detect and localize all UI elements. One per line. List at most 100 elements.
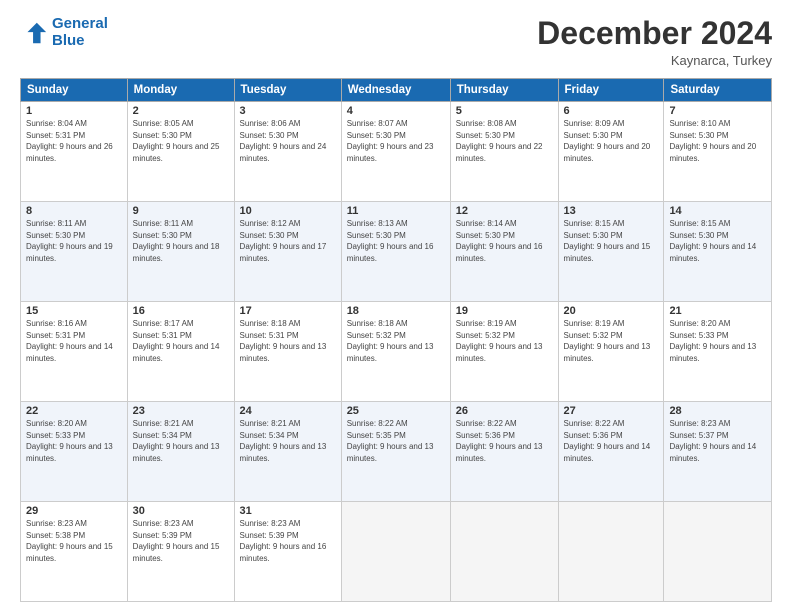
title-block: December 2024 Kaynarca, Turkey (537, 16, 772, 68)
logo: General Blue (20, 16, 108, 49)
day-info: Sunrise: 8:09 AMSunset: 5:30 PMDaylight:… (564, 118, 659, 164)
calendar-cell-3: 3Sunrise: 8:06 AMSunset: 5:30 PMDaylight… (234, 102, 341, 202)
day-number: 27 (564, 405, 659, 417)
location: Kaynarca, Turkey (537, 53, 772, 68)
calendar-cell-25: 25Sunrise: 8:22 AMSunset: 5:35 PMDayligh… (341, 402, 450, 502)
day-info: Sunrise: 8:20 AMSunset: 5:33 PMDaylight:… (26, 418, 122, 464)
calendar-cell-26: 26Sunrise: 8:22 AMSunset: 5:36 PMDayligh… (450, 402, 558, 502)
day-number: 17 (240, 305, 336, 317)
day-info: Sunrise: 8:12 AMSunset: 5:30 PMDaylight:… (240, 218, 336, 264)
day-info: Sunrise: 8:11 AMSunset: 5:30 PMDaylight:… (26, 218, 122, 264)
day-info: Sunrise: 8:14 AMSunset: 5:30 PMDaylight:… (456, 218, 553, 264)
day-number: 12 (456, 205, 553, 217)
day-number: 31 (240, 505, 336, 517)
day-number: 28 (669, 405, 766, 417)
day-info: Sunrise: 8:13 AMSunset: 5:30 PMDaylight:… (347, 218, 445, 264)
calendar-cell-13: 13Sunrise: 8:15 AMSunset: 5:30 PMDayligh… (558, 202, 664, 302)
calendar-cell-1: 1Sunrise: 8:04 AMSunset: 5:31 PMDaylight… (21, 102, 128, 202)
day-info: Sunrise: 8:21 AMSunset: 5:34 PMDaylight:… (240, 418, 336, 464)
calendar-cell-empty (664, 502, 772, 602)
weekday-header-thursday: Thursday (450, 79, 558, 102)
calendar-cell-30: 30Sunrise: 8:23 AMSunset: 5:39 PMDayligh… (127, 502, 234, 602)
day-number: 18 (347, 305, 445, 317)
day-number: 19 (456, 305, 553, 317)
page: General Blue December 2024 Kaynarca, Tur… (0, 0, 792, 612)
day-info: Sunrise: 8:15 AMSunset: 5:30 PMDaylight:… (564, 218, 659, 264)
day-number: 7 (669, 105, 766, 117)
day-number: 25 (347, 405, 445, 417)
calendar-cell-15: 15Sunrise: 8:16 AMSunset: 5:31 PMDayligh… (21, 302, 128, 402)
calendar-cell-12: 12Sunrise: 8:14 AMSunset: 5:30 PMDayligh… (450, 202, 558, 302)
calendar-cell-8: 8Sunrise: 8:11 AMSunset: 5:30 PMDaylight… (21, 202, 128, 302)
day-info: Sunrise: 8:19 AMSunset: 5:32 PMDaylight:… (456, 318, 553, 364)
day-info: Sunrise: 8:10 AMSunset: 5:30 PMDaylight:… (669, 118, 766, 164)
day-info: Sunrise: 8:19 AMSunset: 5:32 PMDaylight:… (564, 318, 659, 364)
day-number: 1 (26, 105, 122, 117)
day-number: 15 (26, 305, 122, 317)
weekday-header-row: SundayMondayTuesdayWednesdayThursdayFrid… (21, 79, 772, 102)
day-number: 23 (133, 405, 229, 417)
day-info: Sunrise: 8:20 AMSunset: 5:33 PMDaylight:… (669, 318, 766, 364)
day-info: Sunrise: 8:16 AMSunset: 5:31 PMDaylight:… (26, 318, 122, 364)
header: General Blue December 2024 Kaynarca, Tur… (20, 16, 772, 68)
calendar-cell-7: 7Sunrise: 8:10 AMSunset: 5:30 PMDaylight… (664, 102, 772, 202)
calendar-table: SundayMondayTuesdayWednesdayThursdayFrid… (20, 78, 772, 602)
day-info: Sunrise: 8:18 AMSunset: 5:32 PMDaylight:… (347, 318, 445, 364)
day-info: Sunrise: 8:06 AMSunset: 5:30 PMDaylight:… (240, 118, 336, 164)
calendar-cell-17: 17Sunrise: 8:18 AMSunset: 5:31 PMDayligh… (234, 302, 341, 402)
calendar-cell-11: 11Sunrise: 8:13 AMSunset: 5:30 PMDayligh… (341, 202, 450, 302)
calendar-cell-18: 18Sunrise: 8:18 AMSunset: 5:32 PMDayligh… (341, 302, 450, 402)
day-number: 30 (133, 505, 229, 517)
logo-text: General Blue (52, 16, 108, 49)
calendar-cell-6: 6Sunrise: 8:09 AMSunset: 5:30 PMDaylight… (558, 102, 664, 202)
day-info: Sunrise: 8:11 AMSunset: 5:30 PMDaylight:… (133, 218, 229, 264)
weekday-header-wednesday: Wednesday (341, 79, 450, 102)
day-info: Sunrise: 8:07 AMSunset: 5:30 PMDaylight:… (347, 118, 445, 164)
day-number: 13 (564, 205, 659, 217)
calendar-row-0: 1Sunrise: 8:04 AMSunset: 5:31 PMDaylight… (21, 102, 772, 202)
calendar-cell-28: 28Sunrise: 8:23 AMSunset: 5:37 PMDayligh… (664, 402, 772, 502)
calendar-cell-empty (341, 502, 450, 602)
calendar-row-3: 22Sunrise: 8:20 AMSunset: 5:33 PMDayligh… (21, 402, 772, 502)
day-info: Sunrise: 8:23 AMSunset: 5:37 PMDaylight:… (669, 418, 766, 464)
calendar-cell-23: 23Sunrise: 8:21 AMSunset: 5:34 PMDayligh… (127, 402, 234, 502)
day-info: Sunrise: 8:08 AMSunset: 5:30 PMDaylight:… (456, 118, 553, 164)
day-info: Sunrise: 8:22 AMSunset: 5:35 PMDaylight:… (347, 418, 445, 464)
calendar-cell-9: 9Sunrise: 8:11 AMSunset: 5:30 PMDaylight… (127, 202, 234, 302)
calendar-cell-4: 4Sunrise: 8:07 AMSunset: 5:30 PMDaylight… (341, 102, 450, 202)
weekday-header-saturday: Saturday (664, 79, 772, 102)
day-info: Sunrise: 8:22 AMSunset: 5:36 PMDaylight:… (564, 418, 659, 464)
day-info: Sunrise: 8:23 AMSunset: 5:39 PMDaylight:… (240, 518, 336, 564)
day-number: 9 (133, 205, 229, 217)
day-info: Sunrise: 8:05 AMSunset: 5:30 PMDaylight:… (133, 118, 229, 164)
weekday-header-tuesday: Tuesday (234, 79, 341, 102)
day-info: Sunrise: 8:04 AMSunset: 5:31 PMDaylight:… (26, 118, 122, 164)
day-number: 5 (456, 105, 553, 117)
day-info: Sunrise: 8:22 AMSunset: 5:36 PMDaylight:… (456, 418, 553, 464)
day-number: 29 (26, 505, 122, 517)
calendar-row-1: 8Sunrise: 8:11 AMSunset: 5:30 PMDaylight… (21, 202, 772, 302)
calendar-cell-2: 2Sunrise: 8:05 AMSunset: 5:30 PMDaylight… (127, 102, 234, 202)
day-number: 2 (133, 105, 229, 117)
calendar-cell-14: 14Sunrise: 8:15 AMSunset: 5:30 PMDayligh… (664, 202, 772, 302)
day-number: 24 (240, 405, 336, 417)
calendar-row-4: 29Sunrise: 8:23 AMSunset: 5:38 PMDayligh… (21, 502, 772, 602)
day-number: 10 (240, 205, 336, 217)
day-info: Sunrise: 8:17 AMSunset: 5:31 PMDaylight:… (133, 318, 229, 364)
day-number: 21 (669, 305, 766, 317)
logo-line1: General (52, 15, 108, 32)
day-number: 26 (456, 405, 553, 417)
day-info: Sunrise: 8:18 AMSunset: 5:31 PMDaylight:… (240, 318, 336, 364)
month-title: December 2024 (537, 16, 772, 51)
day-number: 22 (26, 405, 122, 417)
weekday-header-monday: Monday (127, 79, 234, 102)
weekday-header-sunday: Sunday (21, 79, 128, 102)
day-number: 6 (564, 105, 659, 117)
weekday-header-friday: Friday (558, 79, 664, 102)
calendar-cell-5: 5Sunrise: 8:08 AMSunset: 5:30 PMDaylight… (450, 102, 558, 202)
calendar-cell-10: 10Sunrise: 8:12 AMSunset: 5:30 PMDayligh… (234, 202, 341, 302)
day-info: Sunrise: 8:15 AMSunset: 5:30 PMDaylight:… (669, 218, 766, 264)
calendar-cell-empty (450, 502, 558, 602)
day-info: Sunrise: 8:21 AMSunset: 5:34 PMDaylight:… (133, 418, 229, 464)
day-number: 11 (347, 205, 445, 217)
